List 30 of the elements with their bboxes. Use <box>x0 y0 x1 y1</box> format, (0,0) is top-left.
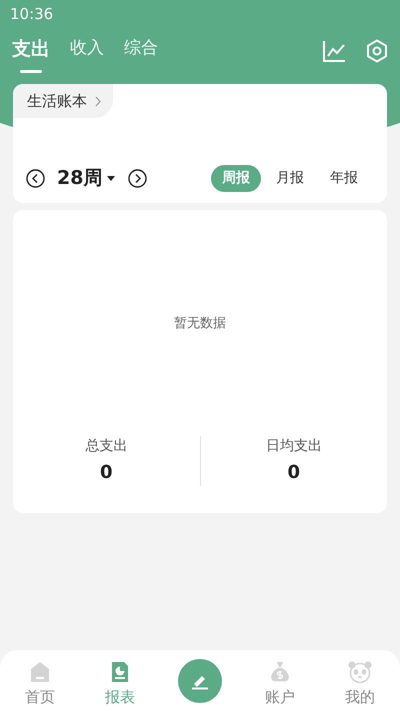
book-selector[interactable]: 生活账本 <box>13 84 113 118</box>
report-type-tab[interactable]: 月报 <box>265 164 315 192</box>
dropdown-icon <box>107 176 116 180</box>
tab[interactable]: 收入 <box>70 36 104 66</box>
summary-label: 总支出 <box>85 437 128 456</box>
nav-item[interactable]: 我的 <box>320 652 400 708</box>
tab[interactable]: 综合 <box>124 36 158 66</box>
nav-item[interactable]: 账户 <box>240 652 320 708</box>
line-chart-icon[interactable] <box>322 40 346 62</box>
empty-message: 暂无数据 <box>174 314 226 333</box>
tab[interactable]: 支出 <box>12 34 50 68</box>
panda-icon <box>348 660 372 683</box>
chevron-right-icon <box>95 96 101 106</box>
summary-value: 0 <box>100 461 113 485</box>
report-type-tab[interactable]: 年报 <box>319 164 369 192</box>
settings-icon[interactable] <box>366 39 388 63</box>
report-type-tab[interactable]: 周报 <box>211 164 261 192</box>
add-record-button[interactable] <box>178 658 222 702</box>
next-icon[interactable] <box>128 168 148 188</box>
money-bag-icon <box>269 660 291 683</box>
summary-label: 日均支出 <box>266 437 322 456</box>
period-selector[interactable]: 28周 <box>57 164 116 192</box>
nav-item[interactable]: 首页 <box>0 652 80 708</box>
previous-icon[interactable] <box>26 168 45 188</box>
summary-value: 0 <box>287 461 300 485</box>
report-icon <box>109 660 131 683</box>
tab-underline <box>20 70 42 74</box>
house-icon <box>29 660 51 683</box>
status-time: 10:36 <box>10 4 54 25</box>
nav-item[interactable]: 报表 <box>80 652 160 708</box>
